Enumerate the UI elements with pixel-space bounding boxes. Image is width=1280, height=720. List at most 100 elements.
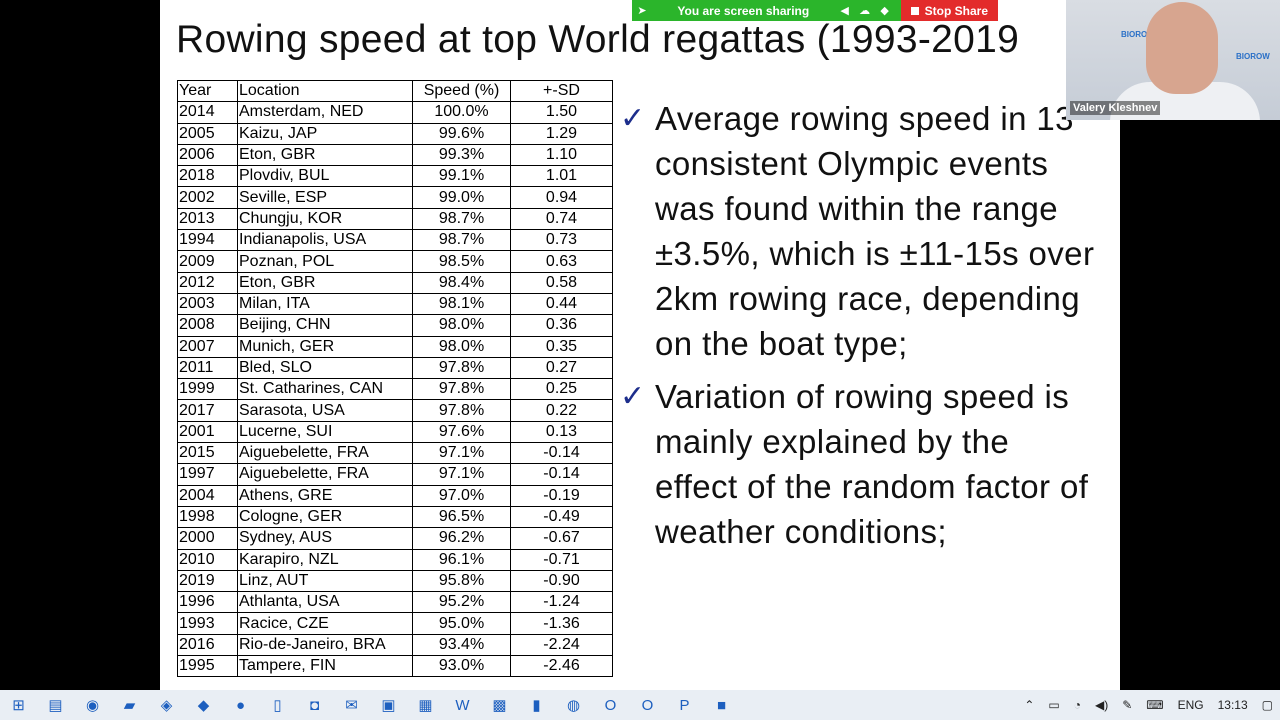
save-icon[interactable]: ▩ (481, 690, 518, 720)
cell-location: Karapiro, NZL (237, 548, 413, 571)
clock[interactable]: 13:13 (1218, 698, 1248, 712)
excel-icon[interactable]: ▦ (407, 690, 444, 720)
cell-year: 2000 (177, 527, 238, 550)
cell-speed: 97.8% (412, 356, 511, 380)
cell-year: 2014 (177, 101, 238, 124)
task-view-icon[interactable]: ▤ (37, 690, 74, 720)
cell-speed: 98.1% (412, 292, 511, 316)
cell-speed: 97.0% (412, 484, 511, 507)
cell-sd: 0.74 (510, 207, 613, 231)
cell-year: 2016 (177, 633, 238, 657)
cell-sd: -0.19 (510, 484, 613, 507)
notepad-icon[interactable]: ▯ (259, 690, 296, 720)
cell-year: 2013 (177, 207, 238, 231)
wifi-icon[interactable]: ◔ (1074, 698, 1081, 712)
cell-speed: 96.2% (412, 527, 511, 550)
cell-sd: 1.01 (510, 165, 613, 188)
table-row: 2006 Eton, GBR 99.3% 1.10 (177, 143, 613, 167)
cell-speed: 100.0% (412, 101, 511, 124)
cell-sd: 0.27 (510, 356, 613, 380)
notification-icon[interactable]: ▢ (1262, 698, 1273, 712)
cell-sd: 0.13 (510, 420, 613, 444)
language-indicator[interactable]: ENG (1178, 698, 1204, 712)
visual-studio-icon[interactable]: ◆ (185, 690, 222, 720)
cell-speed: 93.0% (412, 655, 511, 678)
cell-sd: -0.90 (510, 569, 613, 593)
whatsapp-icon[interactable]: ◍ (555, 690, 592, 720)
table-row: 1995 Tampere, FIN 93.0% -2.46 (177, 655, 613, 678)
cell-speed: 93.4% (412, 633, 511, 657)
cell-year: 1998 (177, 505, 238, 529)
cell-location: Kaizu, JAP (237, 122, 413, 145)
volume-icon[interactable]: ◀) (1095, 698, 1108, 712)
word-icon[interactable]: W (444, 690, 481, 720)
mail-icon[interactable]: ✉ (333, 690, 370, 720)
cell-speed: 98.7% (412, 229, 511, 252)
cell-speed: 98.5% (412, 250, 511, 273)
table-header-row: Year Location Speed (%) +-SD (177, 79, 613, 103)
start-icon[interactable]: ⊞ (0, 690, 37, 720)
regatta-table: Year Location Speed (%) +-SD 2014 Amsterd… (177, 79, 613, 678)
chrome-icon[interactable]: ● (222, 690, 259, 720)
cell-location: Plovdiv, BUL (237, 165, 413, 188)
cell-year: 2009 (177, 250, 238, 273)
check-icon: ✓ (620, 380, 646, 413)
app-icon[interactable]: ◈ (148, 690, 185, 720)
edge-icon[interactable]: ◉ (74, 690, 111, 720)
screen-share-bar: ➤ You are screen sharing ◀ ☁ ◆ Stop Shar… (632, 0, 998, 21)
cell-location: St. Catharines, CAN (237, 378, 413, 401)
cell-speed: 95.8% (412, 569, 511, 593)
powerpoint-icon[interactable]: P (666, 690, 703, 720)
battery-icon[interactable]: ▭ (1048, 698, 1059, 712)
table-row: 1994 Indianapolis, USA 98.7% 0.73 (177, 229, 613, 252)
outlook-icon[interactable]: O (629, 690, 666, 720)
cell-location: Sarasota, USA (237, 399, 413, 422)
speaker-icon[interactable]: ◀ (835, 4, 855, 17)
cell-speed: 98.0% (412, 314, 511, 337)
pen-icon[interactable]: ✎ (1122, 698, 1132, 712)
cell-location: Racice, CZE (237, 612, 413, 635)
table-row: 2019 Linz, AUT 95.8% -0.90 (177, 569, 613, 593)
table-row: 2015 Aiguebelette, FRA 97.1% -0.14 (177, 442, 613, 465)
shield-icon: ◆ (880, 5, 889, 17)
zoom-icon[interactable]: ■ (703, 690, 740, 720)
header-location: Location (237, 79, 413, 103)
app-icon[interactable]: ◘ (296, 690, 333, 720)
keyboard-icon[interactable]: ⌨ (1146, 698, 1163, 712)
pin-icon[interactable]: ➤ (632, 4, 652, 17)
cell-year: 2015 (177, 442, 238, 465)
table-row: 2012 Eton, GBR 98.4% 0.58 (177, 271, 613, 294)
cell-speed: 97.6% (412, 420, 511, 444)
cell-sd: -1.36 (510, 612, 613, 635)
cell-sd: 0.22 (510, 399, 613, 422)
outlook-icon[interactable]: O (592, 690, 629, 720)
cell-location: Indianapolis, USA (237, 229, 413, 252)
system-tray: ⌃ ▭ ◔ ◀) ✎ ⌨ ENG 13:13 ▢ (1017, 690, 1280, 720)
cell-location: Linz, AUT (237, 569, 413, 593)
cell-sd: -0.14 (510, 463, 613, 486)
stop-share-button[interactable]: Stop Share (900, 0, 998, 21)
document-icon[interactable]: ▮ (518, 690, 555, 720)
cell-year: 2017 (177, 399, 238, 422)
file-explorer-icon[interactable]: ▰ (111, 690, 148, 720)
share-status: You are screen sharing (677, 3, 810, 18)
table-row: 2002 Seville, ESP 99.0% 0.94 (177, 186, 613, 209)
chevron-up-icon[interactable]: ⌃ (1024, 698, 1034, 712)
cell-location: Aiguebelette, FRA (237, 463, 413, 486)
cell-location: Aiguebelette, FRA (237, 442, 413, 465)
cell-speed: 97.1% (412, 463, 511, 486)
cell-year: 2011 (177, 356, 238, 380)
cloud-icon: ☁ (859, 5, 871, 17)
cell-speed: 96.1% (412, 548, 511, 571)
windows-taskbar: ⊞ ▤ ◉ ▰ ◈ ◆ ● ▯ ◘ ✉ ▣ ▦ W ▩ ▮ ◍ O O P ■ … (0, 690, 1280, 720)
cell-year: 2001 (177, 420, 238, 444)
webcam-video[interactable]: BIOROW BIOROW Valery Kleshnev (1066, 0, 1280, 120)
cell-sd: -2.24 (510, 633, 613, 657)
cell-sd: -2.46 (510, 655, 613, 678)
cell-location: Tampere, FIN (237, 655, 413, 678)
cell-year: 2006 (177, 143, 238, 167)
table-row: 2001 Lucerne, SUI 97.6% 0.13 (177, 420, 613, 444)
header-sd: +-SD (510, 79, 613, 103)
app-icon[interactable]: ▣ (370, 690, 407, 720)
table-row: 2009 Poznan, POL 98.5% 0.63 (177, 250, 613, 273)
